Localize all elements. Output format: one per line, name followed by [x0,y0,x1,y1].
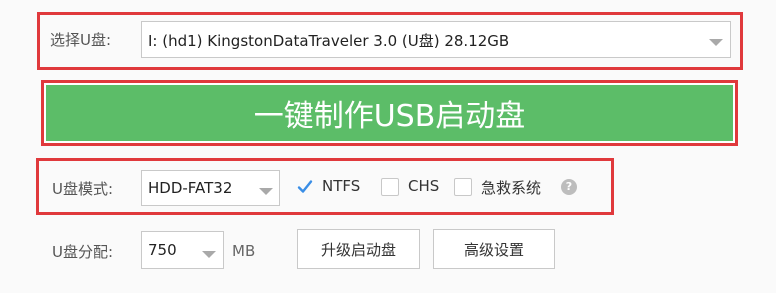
mode-label: U盘模式: [52,180,114,198]
mode-select[interactable]: HDD-FAT32 [141,170,280,206]
rescue-system-checkbox[interactable] [454,178,472,196]
chs-checkbox[interactable] [381,178,399,196]
ntfs-checkbox[interactable] [296,178,314,196]
allocation-unit: MB [232,242,256,260]
chs-label[interactable]: CHS [408,177,439,195]
allocation-select[interactable]: 750 [141,231,224,269]
ntfs-label[interactable]: NTFS [322,177,360,195]
disk-select[interactable]: I: (hd1) KingstonDataTraveler 3.0 (U盘) 2… [141,21,731,58]
advanced-settings-button[interactable]: 高级设置 [433,229,555,269]
disk-select-value: I: (hd1) KingstonDataTraveler 3.0 (U盘) 2… [148,32,510,50]
upgrade-boot-disk-button[interactable]: 升级启动盘 [297,229,420,269]
disk-select-label: 选择U盘: [50,31,112,49]
allocation-label: U盘分配: [52,243,114,261]
checkmark-icon [297,180,313,193]
chevron-down-icon [259,188,273,195]
usb-boot-maker-panel: 选择U盘: I: (hd1) KingstonDataTraveler 3.0 … [0,0,776,293]
mode-select-value: HDD-FAT32 [148,179,233,197]
chevron-down-icon [202,251,216,258]
help-icon[interactable]: ? [561,179,577,195]
make-usb-boot-button[interactable]: 一键制作USB启动盘 [46,85,733,141]
chevron-down-icon [709,39,723,46]
rescue-system-label[interactable]: 急救系统 [481,177,541,198]
allocation-select-value: 750 [148,241,177,259]
